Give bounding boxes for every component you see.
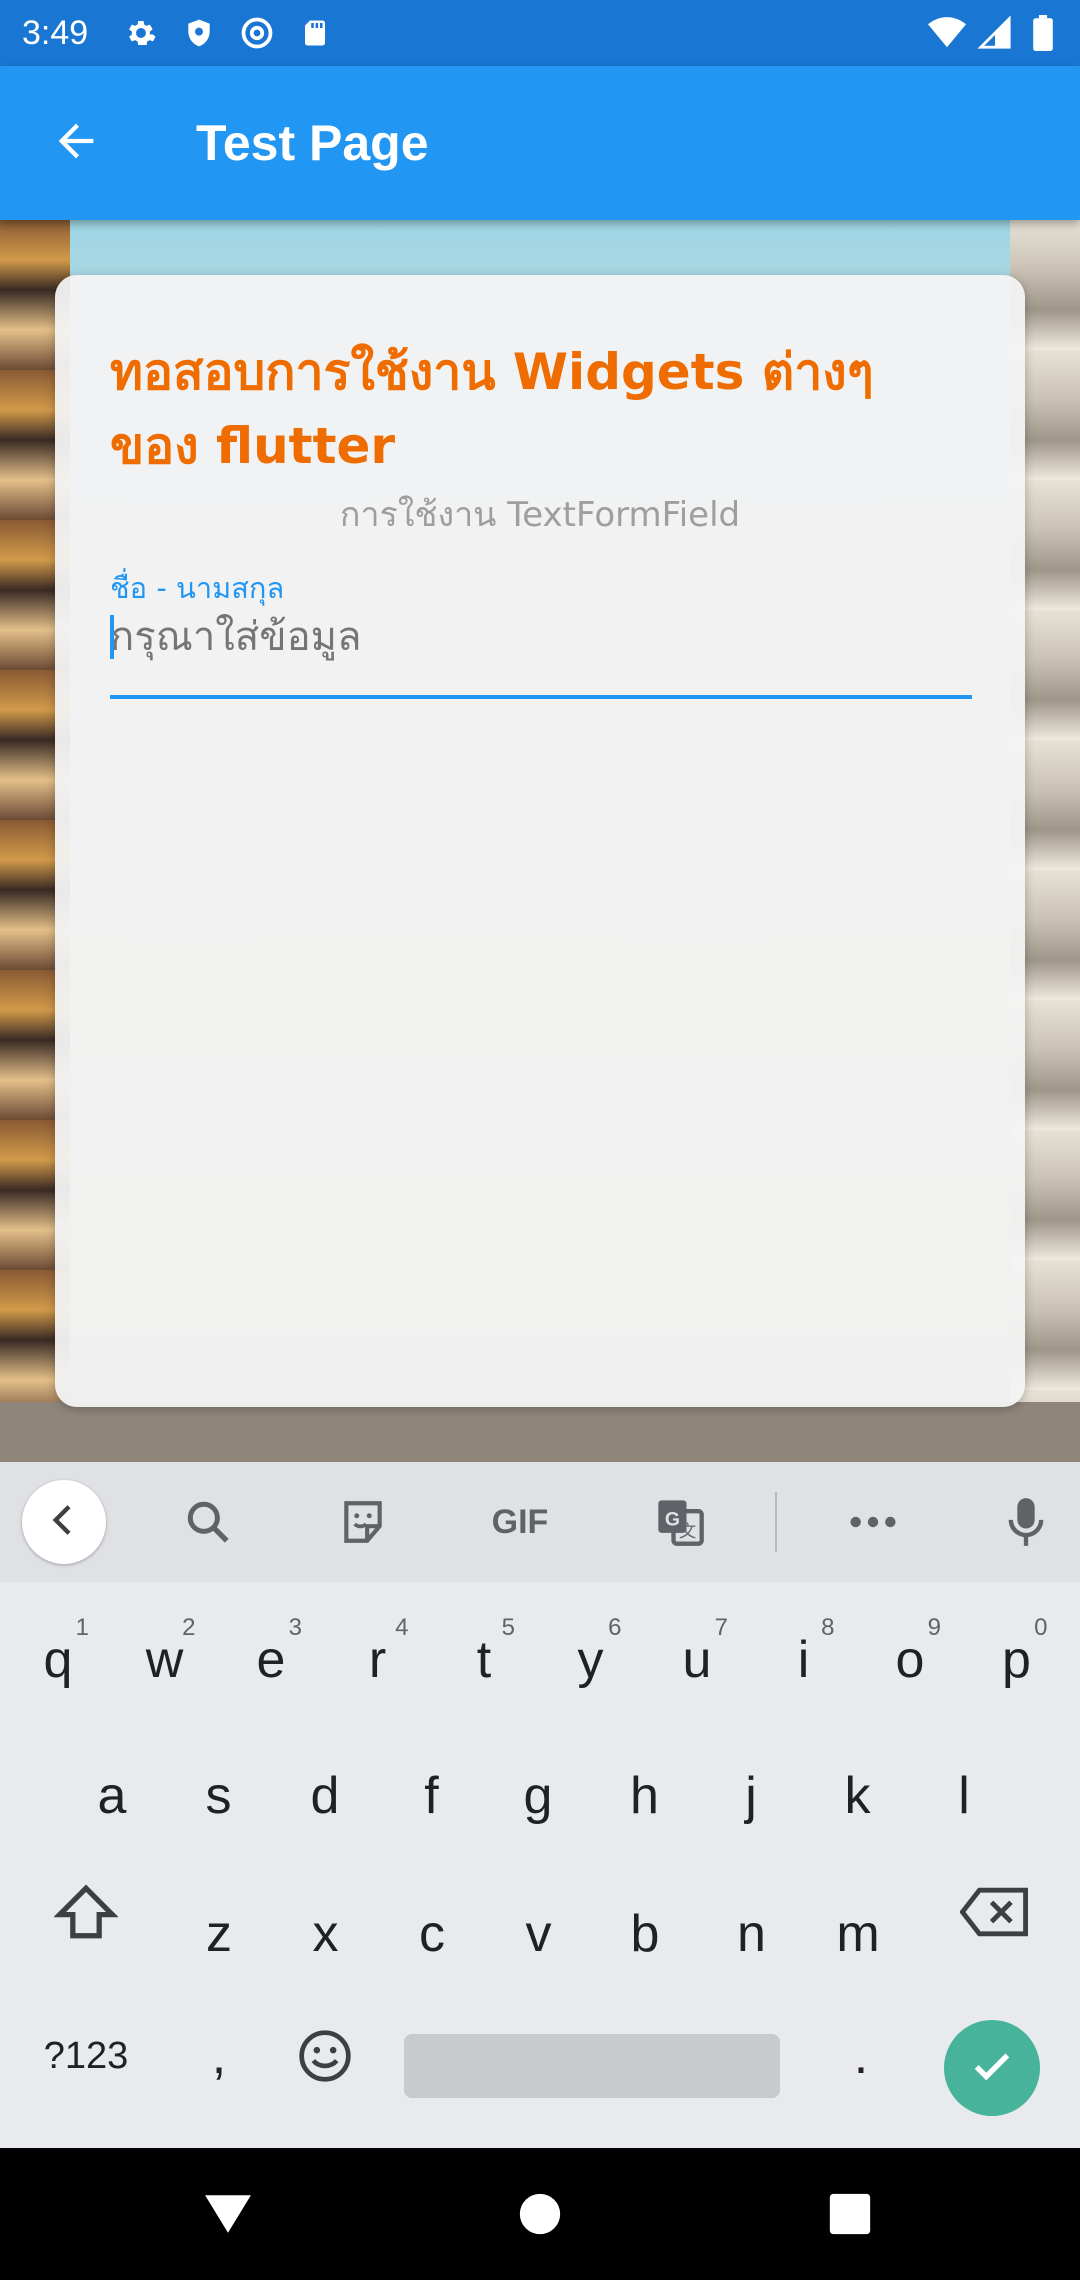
soft-keyboard: GIF G文 ?123 , . q1w2e3r4t5y6u7i8o9p0asdf…: [0, 1462, 1080, 2148]
key-c[interactable]: c: [379, 1874, 485, 1994]
emoji-key[interactable]: [272, 1996, 378, 2116]
key-label: i: [797, 1631, 810, 1689]
key-hint-number: 7: [714, 1614, 728, 1641]
key-u[interactable]: u7: [644, 1600, 750, 1720]
status-time: 3:49: [22, 13, 89, 52]
key-f[interactable]: f: [379, 1736, 485, 1856]
space-key[interactable]: [404, 2034, 780, 2098]
shield-icon: [180, 14, 218, 52]
collapse-toolbar-button[interactable]: [22, 1480, 106, 1564]
back-button[interactable]: [36, 103, 116, 183]
form-card: ทอสอบการใช้งาน Widgets ต่างๆ ของ flutter…: [55, 275, 1025, 1407]
background-image: ทอสอบการใช้งาน Widgets ต่างๆ ของ flutter…: [0, 220, 1080, 1462]
mic-icon[interactable]: [996, 1492, 1056, 1552]
key-v[interactable]: v: [486, 1874, 592, 1994]
key-hint-number: 8: [821, 1614, 835, 1641]
key-j[interactable]: j: [698, 1736, 804, 1856]
home-circle-icon[interactable]: [510, 2184, 570, 2244]
key-hint-number: 2: [182, 1614, 196, 1641]
key-label: p: [1002, 1631, 1031, 1689]
key-label: e: [256, 1631, 286, 1689]
key-n[interactable]: n: [699, 1874, 805, 1994]
key-h[interactable]: h: [592, 1736, 698, 1856]
svg-text:文: 文: [679, 1521, 696, 1541]
key-label: y: [577, 1631, 604, 1689]
key-label: r: [368, 1631, 387, 1689]
key-o[interactable]: o9: [857, 1600, 963, 1720]
key-label: u: [682, 1631, 712, 1689]
key-z[interactable]: z: [166, 1874, 272, 1994]
navigation-bar: [0, 2148, 1080, 2280]
period-key[interactable]: .: [808, 1996, 914, 2116]
comma-key[interactable]: ,: [166, 1996, 272, 2116]
key-s[interactable]: s: [166, 1736, 272, 1856]
key-y[interactable]: y6: [538, 1600, 644, 1720]
key-label: t: [476, 1631, 492, 1689]
key-q[interactable]: q1: [5, 1600, 111, 1720]
key-x[interactable]: x: [273, 1874, 379, 1994]
status-bar: 3:49: [0, 0, 1080, 66]
arrow-back-icon: [50, 115, 102, 171]
key-i[interactable]: i8: [751, 1600, 857, 1720]
key-g[interactable]: g: [485, 1736, 591, 1856]
key-hint-number: 3: [288, 1614, 302, 1641]
key-hint-number: 6: [608, 1614, 622, 1641]
recents-square-icon[interactable]: [820, 2184, 880, 2244]
more-icon[interactable]: [843, 1492, 903, 1552]
key-b[interactable]: b: [592, 1874, 698, 1994]
key-hint-number: 5: [501, 1614, 515, 1641]
gif-icon[interactable]: GIF: [488, 1492, 552, 1552]
chevron-left-icon: [44, 1500, 84, 1545]
text-cursor: [110, 615, 114, 659]
translate-icon[interactable]: G文: [650, 1492, 710, 1552]
checkmark-icon: [969, 2043, 1015, 2094]
name-field-underline: [110, 695, 972, 699]
done-key[interactable]: [944, 2020, 1040, 2116]
key-r[interactable]: r4: [325, 1600, 431, 1720]
key-t[interactable]: t5: [431, 1600, 537, 1720]
sd-card-icon: [296, 14, 334, 52]
status-notification-icons: [122, 14, 334, 52]
back-triangle-icon[interactable]: [198, 2184, 258, 2244]
page-title: Test Page: [196, 115, 429, 171]
key-e[interactable]: e3: [218, 1600, 324, 1720]
at-sign-icon: [238, 14, 276, 52]
key-hint-number: 9: [927, 1614, 941, 1641]
key-k[interactable]: k: [805, 1736, 911, 1856]
battery-icon: [1024, 14, 1062, 52]
symbols-key[interactable]: ?123: [33, 1996, 139, 2116]
key-a[interactable]: a: [59, 1736, 165, 1856]
key-hint-number: 0: [1034, 1614, 1048, 1641]
settings-icon: [122, 14, 160, 52]
key-hint-number: 4: [395, 1614, 409, 1641]
card-title: ทอสอบการใช้งาน Widgets ต่างๆ ของ flutter: [110, 343, 874, 475]
toolbar-divider: [775, 1492, 777, 1552]
keyboard-toolbar: GIF G文: [0, 1462, 1080, 1582]
name-input[interactable]: [110, 605, 970, 669]
key-label: q: [43, 1631, 73, 1689]
signal-icon: [976, 14, 1014, 52]
sticker-icon[interactable]: [333, 1492, 393, 1552]
app-bar: Test Page: [0, 66, 1080, 220]
backspace-key[interactable]: [941, 1852, 1047, 1972]
shift-key[interactable]: [33, 1852, 139, 1972]
key-label: w: [145, 1631, 184, 1689]
key-d[interactable]: d: [272, 1736, 378, 1856]
background-street: [0, 1402, 1080, 1462]
key-m[interactable]: m: [805, 1874, 911, 1994]
search-icon[interactable]: [178, 1492, 238, 1552]
key-hint-number: 1: [75, 1614, 89, 1641]
key-l[interactable]: l: [911, 1736, 1017, 1856]
key-p[interactable]: p0: [964, 1600, 1070, 1720]
status-system-icons: [928, 14, 1062, 52]
key-label: o: [895, 1631, 925, 1689]
svg-text:G: G: [665, 1508, 680, 1530]
card-subtitle: การใช้งาน TextFormField: [339, 495, 741, 535]
key-w[interactable]: w2: [112, 1600, 218, 1720]
wifi-icon: [928, 14, 966, 52]
